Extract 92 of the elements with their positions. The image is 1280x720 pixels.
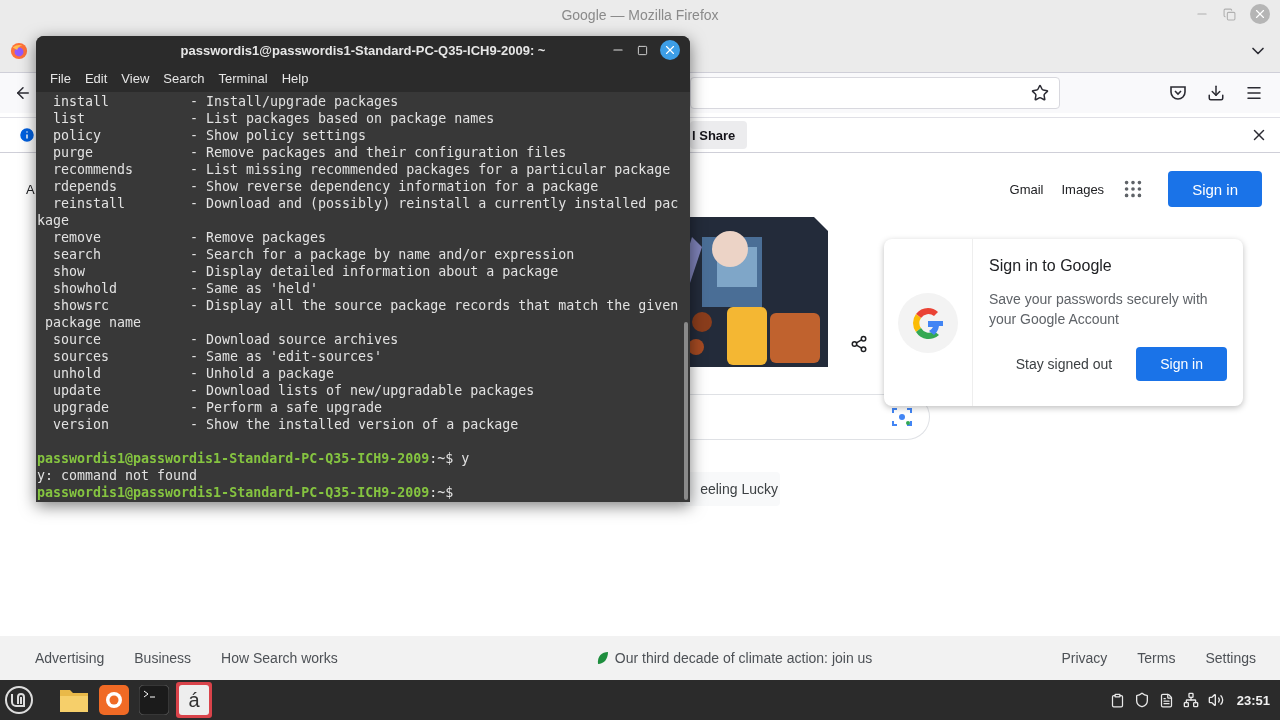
url-field[interactable]: [690, 77, 1060, 109]
menu-logo-icon[interactable]: [4, 685, 34, 715]
footer-link[interactable]: Terms: [1137, 650, 1176, 666]
command-description: - Remove packages: [190, 229, 327, 246]
terminal-output: package name: [44, 314, 142, 331]
google-logo: [898, 292, 958, 353]
menu-item[interactable]: File: [43, 70, 78, 86]
window-title: passwordis1@passwordis1-Standard-PC-Q35-ICH9-2009: ~: [180, 42, 546, 58]
header-link[interactable]: Gmail: [1009, 181, 1044, 197]
typed-command: y: [460, 450, 470, 467]
terminal-output: kage: [37, 212, 70, 229]
command-name: update: [52, 382, 103, 399]
command-description: - Download source archives: [190, 331, 399, 348]
command-name: policy: [52, 127, 103, 144]
command-name: unhold: [52, 365, 103, 382]
footer-link[interactable]: How Search works: [221, 650, 338, 666]
command-name: list: [52, 110, 87, 127]
command-description: - Show reverse dependency information for a package: [190, 178, 599, 195]
network-icon[interactable]: [1182, 692, 1199, 708]
notes-icon[interactable]: [1158, 692, 1174, 708]
menu-item[interactable]: Terminal: [211, 70, 275, 86]
terminal-output: y: command not found: [37, 467, 198, 484]
command-name: rdepends: [52, 178, 119, 195]
footer-link[interactable]: Our third decade of climate action: join us: [614, 650, 873, 666]
footer-link[interactable]: Settings: [1205, 650, 1256, 666]
command-name: recommends: [52, 161, 135, 178]
command-description: - Display all the source package records that match the given: [190, 297, 679, 314]
command-name: version: [52, 416, 111, 433]
command-name: showsrc: [52, 297, 111, 314]
command-description: - Show policy settings: [190, 127, 367, 144]
volume-icon[interactable]: [1207, 692, 1224, 708]
menu-item[interactable]: Help: [274, 70, 316, 86]
header-link[interactable]: Images: [1061, 181, 1105, 197]
command-description: - Same as 'edit-sources': [190, 348, 383, 365]
info-icon: [18, 126, 36, 144]
bookmark-star-icon[interactable]: [1031, 84, 1049, 102]
menu-item[interactable]: Edit: [77, 70, 115, 86]
stay-signed-out-button[interactable]: Stay signed out: [1009, 355, 1119, 373]
lucky-button[interactable]: eeling Lucky: [680, 472, 780, 506]
sign-in-button[interactable]: Sign in: [1136, 347, 1227, 381]
command-description: - Remove packages and their configuration files: [190, 144, 567, 161]
command-description: - Perform a safe upgrade: [190, 399, 383, 416]
close-icon: [663, 43, 677, 57]
command-description: - List missing recommended packages for a particular package: [190, 161, 671, 178]
command-name: sources: [52, 348, 111, 365]
window-title: Google — Mozilla Firefox: [561, 7, 719, 23]
prompt-path: :~$: [429, 450, 454, 467]
command-description: - Display detailed information about a package: [190, 263, 559, 280]
footer-link[interactable]: Privacy: [1061, 650, 1108, 666]
menu-item[interactable]: View: [114, 70, 157, 86]
command-description: - Search for a package by name and/or expression: [190, 246, 575, 263]
shield-icon[interactable]: [1133, 692, 1150, 708]
share-icon[interactable]: [850, 335, 868, 353]
character-map-button[interactable]: á: [176, 682, 212, 718]
command-name: showhold: [52, 280, 119, 297]
command-name: search: [52, 246, 103, 263]
command-description: - Show the installed version of a package: [190, 416, 519, 433]
clock: 23:51: [1236, 692, 1270, 708]
command-name: upgrade: [52, 399, 111, 416]
command-name: purge: [52, 144, 95, 161]
footer-link[interactable]: Business: [134, 650, 192, 666]
command-name: remove: [52, 229, 103, 246]
command-name: install: [52, 93, 111, 110]
scrollbar-thumb[interactable]: [684, 322, 688, 500]
back-icon[interactable]: [14, 84, 32, 102]
command-description: - Install/upgrade packages: [190, 93, 399, 110]
card-text: Save your passwords securely with your Google Account: [989, 290, 1209, 329]
about-link[interactable]: A: [26, 181, 35, 197]
maximize-icon[interactable]: [637, 44, 648, 56]
camera-search-icon[interactable]: [891, 406, 913, 428]
command-name: source: [52, 331, 103, 348]
command-name: show: [52, 263, 87, 280]
command-description: - Download and (possibly) reinstall a currently installed pac: [190, 195, 679, 212]
prompt-path: :~$: [429, 484, 454, 501]
card-title: Sign in to Google: [989, 257, 1113, 275]
command-description: - Unhold a package: [190, 365, 335, 382]
close-icon: [1253, 7, 1267, 21]
sign-in-button[interactable]: Sign in: [1168, 171, 1262, 207]
command-description: - Download lists of new/upgradable packages: [190, 382, 535, 399]
command-description: - Same as 'held': [190, 280, 319, 297]
clipboard-icon[interactable]: [1109, 692, 1125, 708]
prompt-user: passwordis1@passwordis1-Standard-PC-Q35-ICH9-2009: [37, 484, 430, 501]
share-button[interactable]: l Share: [690, 121, 748, 149]
leaf-icon: [596, 651, 609, 665]
footer-link[interactable]: Advertising: [35, 650, 105, 666]
command-description: - List packages based on package names: [190, 110, 495, 127]
menu-item[interactable]: Search: [156, 70, 212, 86]
close-button[interactable]: [660, 40, 680, 60]
browser-icon[interactable]: [96, 682, 132, 718]
firefox-icon[interactable]: [10, 42, 28, 60]
prompt-user: passwordis1@passwordis1-Standard-PC-Q35-ICH9-2009: [37, 450, 430, 467]
command-name: reinstall: [52, 195, 127, 212]
